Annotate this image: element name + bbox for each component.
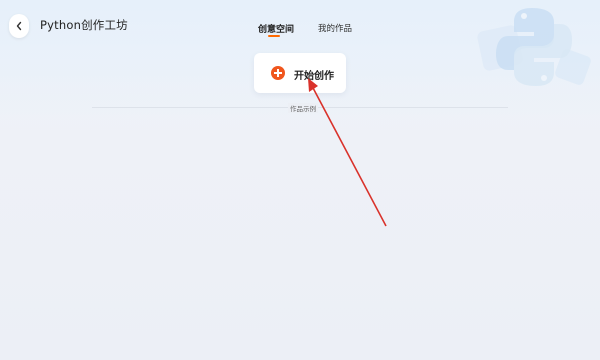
- tab-my-works[interactable]: 我的作品: [318, 22, 352, 34]
- app-title: Python创作工坊: [40, 18, 128, 32]
- start-creating-label: 开始创作: [294, 71, 334, 82]
- tab-creative-space[interactable]: 创意空间: [258, 22, 294, 35]
- python-logo-decoration: [477, 8, 591, 86]
- plus-circle-icon: [271, 66, 285, 80]
- section-title: 作品示例: [288, 103, 318, 113]
- back-button[interactable]: [9, 14, 29, 38]
- start-creating-button[interactable]: 开始创作: [254, 53, 346, 93]
- active-tab-indicator: [268, 35, 280, 37]
- chevron-left-icon: [16, 21, 22, 31]
